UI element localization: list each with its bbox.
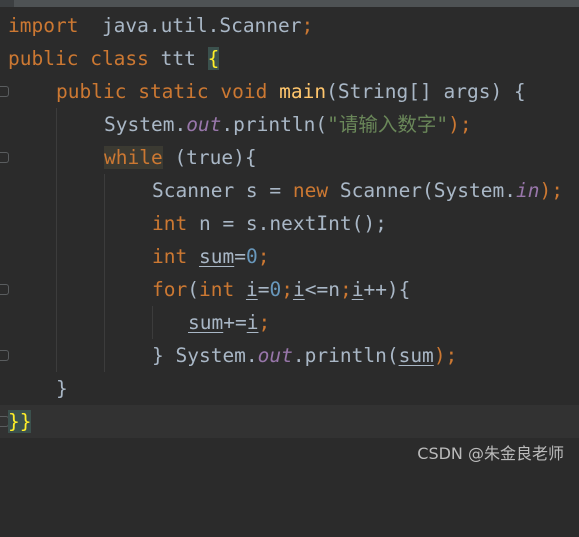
operator: = [234,245,246,268]
variable: i [246,311,259,334]
increment: ++){ [363,278,411,301]
variable: sum [188,311,224,334]
variable: sum [198,245,235,268]
code-line-13[interactable]: }} [0,405,579,438]
keyword: while [104,146,163,169]
static-field: out [257,344,293,367]
fold-icon[interactable] [0,86,9,97]
keyword: import [8,14,79,37]
statement-end: ); [539,179,563,202]
while-condition: (true){ [162,146,257,169]
system-ref: System. [104,113,187,136]
matched-brace: { [207,47,220,70]
static-field: out [186,113,222,136]
code-line-11[interactable]: } System.out.println(sum); [0,339,579,372]
watermark: CSDN @朱金良老师 [417,444,564,463]
keyword: void [220,80,268,103]
code-line-4[interactable]: System.out.println("请输入数字"); [0,108,579,141]
comparison: <=n [304,278,340,301]
statement: n = s.nextInt(); [187,212,387,235]
constructor-call: Scanner(System. [328,179,516,202]
method-call: .println( [221,113,328,136]
semicolon: ; [281,278,293,301]
operator: = [257,278,270,301]
closing-brace: } [56,377,68,400]
closing-brace: } [152,344,176,367]
code-line-2[interactable]: public class ttt { [0,42,579,75]
horizontal-scrollbar[interactable] [0,0,579,7]
code-line-7[interactable]: int n = s.nextInt(); [0,207,579,240]
declaration: Scanner s = [152,179,293,202]
semicolon: ; [339,278,352,301]
variable: i [351,278,364,301]
operator: += [223,311,247,334]
code-line-8[interactable]: int sum=0; [0,240,579,273]
scrollbar-thumb[interactable] [14,0,579,7]
system-ref: System. [175,344,258,367]
keyword: int [198,278,235,301]
code-line-3[interactable]: public static void main(String[] args) { [0,75,579,108]
fold-icon[interactable] [0,350,9,361]
matched-brace: }} [8,410,32,433]
code-line-1[interactable]: import java.util.Scanner; [0,9,579,42]
import-path: java.util.Scanner [101,14,302,37]
semicolon: ; [301,14,314,37]
string-literal: "请输入数字" [327,113,449,136]
keyword: int [152,212,188,235]
method-call: .println( [292,344,399,367]
variable: i [245,278,258,301]
statement-end: ); [448,113,472,136]
code-line-6[interactable]: Scanner s = new Scanner(System.in); [0,174,579,207]
code-line-5[interactable]: while (true){ [0,141,579,174]
keyword: int [152,245,188,268]
class-name: ttt [160,47,196,70]
variable: sum [398,344,434,367]
code-line-12[interactable]: } [0,372,579,405]
statement-end: ); [433,344,458,367]
fold-icon[interactable] [0,284,9,295]
keyword: for [152,278,188,301]
number-literal: 0 [245,245,258,268]
keyword: class [90,47,149,70]
number-literal: 0 [269,278,282,301]
code-editor[interactable]: import java.util.Scanner; public class t… [0,9,579,472]
statement-end: ; [257,245,270,268]
code-line-10[interactable]: sum+=i; [0,306,579,339]
method-params: (String[] args) { [326,80,526,103]
variable: i [292,278,305,301]
keyword: new [292,179,329,202]
keyword: public [56,80,127,103]
paren: ( [187,278,199,301]
method-name: main [279,80,327,103]
keyword: static [138,80,209,103]
keyword: public [8,47,79,70]
statement-end: ; [258,311,271,334]
fold-icon[interactable] [0,152,9,163]
code-line-9[interactable]: for(int i=0;i<=n;i++){ [0,273,579,306]
static-field: in [515,179,540,202]
